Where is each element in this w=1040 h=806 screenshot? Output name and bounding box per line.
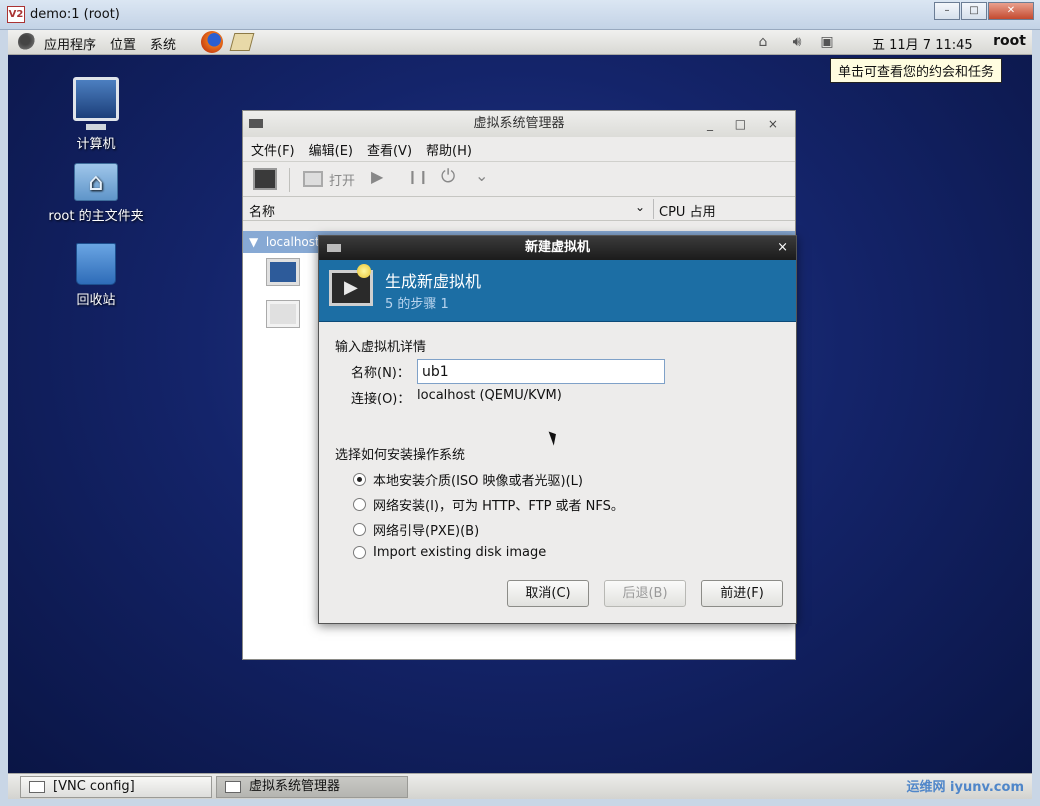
option-label: 本地安装介质(ISO 映像或者光驱)(L) <box>373 474 583 489</box>
option-label: Import existing disk image <box>373 545 547 560</box>
task-vnc-config[interactable]: [VNC config] <box>20 776 212 798</box>
close-button[interactable]: ✕ <box>988 2 1034 20</box>
open-monitor-icon <box>303 171 323 187</box>
home-folder-icon <box>74 163 118 201</box>
desktop-icon-label: 计算机 <box>76 137 116 152</box>
name-input[interactable] <box>417 359 665 384</box>
vmm-menubar: 文件(F) 编辑(E) 查看(V) 帮助(H) <box>243 137 795 161</box>
name-label: 名称(N)： <box>351 366 410 381</box>
stopped-vm-icon[interactable] <box>266 300 300 328</box>
window-icon <box>225 781 241 793</box>
firefox-icon[interactable] <box>201 31 223 53</box>
window-icon <box>29 781 45 793</box>
chevron-down-icon[interactable]: ⌄ <box>475 166 488 185</box>
desktop-icon-label: 回收站 <box>76 293 116 308</box>
vmm-title: 虚拟系统管理器 <box>473 116 565 131</box>
menu-help[interactable]: 帮助(H) <box>426 140 472 159</box>
watermark: 运维网 iyunv.com <box>906 780 1024 795</box>
new-vm-dialog: 新建虚拟机 × 生成新虚拟机 5 的步骤 1 输入虚拟机详情 名称(N)： 连接… <box>318 235 797 624</box>
clock[interactable]: 五 11月 7 11:45 <box>872 34 973 53</box>
dialog-titlebar[interactable]: 新建虚拟机 × <box>319 236 796 260</box>
menu-system[interactable]: 系统 <box>150 34 176 53</box>
text-editor-icon[interactable] <box>229 33 255 51</box>
vmm-window-controls[interactable]: _ □ × <box>707 111 787 137</box>
vmm-titlebar[interactable]: 虚拟系统管理器 _ □ × <box>243 111 795 137</box>
bottom-panel: [VNC config] 虚拟系统管理器 运维网 iyunv.com <box>8 773 1032 799</box>
column-name[interactable]: 名称 <box>249 201 275 220</box>
power-icon[interactable]: ⏻ <box>441 166 455 187</box>
menu-file[interactable]: 文件(F) <box>251 140 295 159</box>
vmm-toolbar: 打开 ▶ ❙❙ ⏻ ⌄ <box>243 161 795 197</box>
vmm-column-header: 名称 ⌄ CPU 占用 <box>243 197 795 221</box>
pause-icon[interactable]: ❙❙ <box>407 170 429 185</box>
computer-icon <box>73 77 119 130</box>
dialog-close-button[interactable]: × <box>777 236 788 260</box>
task-label: 虚拟系统管理器 <box>249 779 341 794</box>
task-vmm[interactable]: 虚拟系统管理器 <box>216 776 408 798</box>
user-menu[interactable]: root <box>993 33 1026 49</box>
back-button[interactable]: 后退(B) <box>604 580 686 607</box>
star-icon <box>357 264 371 278</box>
section-details: 输入虚拟机详情 <box>335 340 427 355</box>
connection-label: 连接(O)： <box>351 392 411 407</box>
option-label: 网络引导(PXE)(B) <box>373 524 480 539</box>
open-button[interactable]: 打开 <box>329 170 355 189</box>
minimize-button[interactable]: – <box>934 2 960 20</box>
section-install: 选择如何安装操作系统 <box>335 448 466 463</box>
vnc-window-titlebar[interactable]: V2 demo:1 (root) – □ ✕ <box>0 0 1040 30</box>
task-label: [VNC config] <box>53 779 135 794</box>
vmm-app-icon <box>249 119 263 128</box>
option-label: 网络安装(I)，可为 HTTP、FTP 或者 NFS。 <box>373 499 624 514</box>
maximize-button[interactable]: □ <box>961 2 987 20</box>
desktop-icon-trash[interactable]: 回收站 <box>41 243 151 308</box>
dialog-banner: 生成新虚拟机 5 的步骤 1 <box>319 260 796 322</box>
dialog-app-icon <box>327 244 341 252</box>
menu-places[interactable]: 位置 <box>110 34 136 53</box>
forward-button[interactable]: 前进(F) <box>701 580 783 607</box>
clock-tooltip: 单击可查看您的约会和任务 <box>830 58 1003 83</box>
dialog-title: 新建虚拟机 <box>524 240 590 255</box>
dialog-step: 5 的步骤 1 <box>385 297 449 312</box>
vnc-window-controls: – □ ✕ <box>933 2 1034 20</box>
vnc-logo-icon: V2 <box>7 6 25 23</box>
volume-icon[interactable]: 🔊︎ <box>786 33 808 52</box>
option-import-disk[interactable]: Import existing disk image <box>353 545 546 560</box>
connection-value: localhost (QEMU/KVM) <box>417 388 562 403</box>
trash-icon <box>76 243 116 285</box>
cancel-button[interactable]: 取消(C) <box>507 580 589 607</box>
column-separator <box>653 199 654 219</box>
menu-edit[interactable]: 编辑(E) <box>309 140 353 159</box>
menu-applications[interactable]: 应用程序 <box>44 34 96 53</box>
dialog-heading: 生成新虚拟机 <box>385 272 482 291</box>
play-icon[interactable]: ▶ <box>371 167 383 186</box>
host-label: localhost <box>265 235 320 249</box>
vnc-window-title: demo:1 (root) <box>30 7 120 22</box>
gnome-foot-icon[interactable] <box>18 33 36 51</box>
desktop-icon-label: root 的主文件夹 <box>48 209 144 224</box>
radio-button[interactable] <box>353 473 366 486</box>
running-vm-icon[interactable] <box>266 258 300 286</box>
menu-view[interactable]: 查看(V) <box>367 140 412 159</box>
network-status-icon[interactable]: ▣ <box>816 33 838 52</box>
radio-button[interactable] <box>353 523 366 536</box>
desktop-icon-home[interactable]: root 的主文件夹 <box>41 163 151 224</box>
option-local-media[interactable]: 本地安装介质(ISO 映像或者光驱)(L) <box>353 470 583 489</box>
chevron-down-icon[interactable]: ⌄ <box>635 200 645 214</box>
radio-button[interactable] <box>353 498 366 511</box>
top-panel: 应用程序 位置 系统 ⌂ 🔊︎ ▣ 五 11月 7 11:45 root <box>8 30 1032 55</box>
desktop-icon-computer[interactable]: 计算机 <box>41 77 151 152</box>
column-cpu[interactable]: CPU 占用 <box>659 201 716 220</box>
network-icon[interactable]: ⌂ <box>752 33 774 52</box>
option-network-install[interactable]: 网络安装(I)，可为 HTTP、FTP 或者 NFS。 <box>353 495 624 514</box>
option-pxe[interactable]: 网络引导(PXE)(B) <box>353 520 479 539</box>
radio-button[interactable] <box>353 546 366 559</box>
toolbar-separator <box>289 168 290 192</box>
new-vm-icon[interactable] <box>253 168 277 190</box>
